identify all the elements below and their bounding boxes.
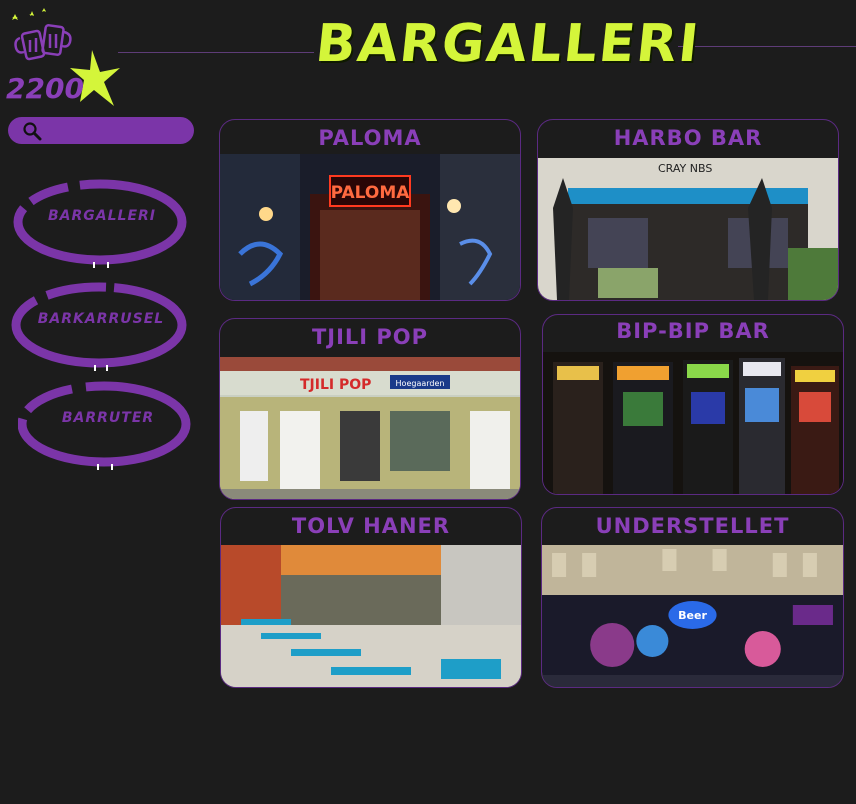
bar-card-title: TOLV HANER bbox=[291, 514, 451, 538]
site-logo[interactable]: 2200 bbox=[4, 6, 120, 110]
svg-text:TJILI POP: TJILI POP bbox=[300, 377, 371, 393]
ellipse-frame-icon bbox=[18, 381, 191, 470]
nav-bargalleri-button[interactable]: BARGALLERI bbox=[12, 178, 192, 270]
bar-card-title: BIP-BIP BAR bbox=[616, 319, 770, 343]
bar-card-tolv-haner[interactable]: TOLV HANER bbox=[220, 507, 522, 688]
title-rule-right bbox=[678, 46, 856, 47]
bar-card-understellet[interactable]: UNDERSTELLET Beer bbox=[541, 507, 844, 688]
ellipse-frame-icon bbox=[13, 179, 187, 268]
bar-card-harbo-bar[interactable]: HARBO BAR CRAY NBS bbox=[537, 119, 839, 301]
page-title: BARGALLERI bbox=[312, 14, 704, 74]
search-bar[interactable] bbox=[8, 117, 194, 144]
bar-photo-understellet: Beer bbox=[542, 545, 843, 687]
bar-card-title: UNDERSTELLET bbox=[595, 514, 790, 538]
svg-text:Beer: Beer bbox=[678, 609, 707, 622]
bar-photo-paloma: PALOMA bbox=[220, 154, 520, 300]
svg-text:CRAY NBS: CRAY NBS bbox=[658, 162, 712, 175]
svg-text:Hoegaarden: Hoegaarden bbox=[396, 379, 445, 388]
nav-barruter-button[interactable]: BARRUTER bbox=[18, 380, 198, 472]
bar-photo-tolv-haner bbox=[221, 545, 521, 687]
bar-card-title: PALOMA bbox=[318, 126, 422, 150]
nav-barkarrusel-button[interactable]: BARKARRUSEL bbox=[11, 281, 191, 373]
title-rule-left bbox=[118, 52, 314, 53]
bar-photo-bip-bip-bar bbox=[543, 352, 843, 494]
bar-card-paloma[interactable]: PALOMA PALOMA bbox=[219, 119, 521, 301]
nav-bargalleri-label: BARGALLERI bbox=[47, 208, 156, 224]
bar-card-title: TJILI POP bbox=[311, 325, 429, 349]
bar-card-bip-bip-bar[interactable]: BIP-BIP BAR bbox=[542, 314, 844, 495]
bar-card-title: HARBO BAR bbox=[613, 126, 763, 150]
ellipse-frame-icon bbox=[11, 282, 187, 371]
svg-text:PALOMA: PALOMA bbox=[331, 183, 411, 203]
beer-mugs-star-logo-icon: 2200 bbox=[6, 8, 120, 106]
bar-photo-tjili-pop: TJILI POP Hoegaarden bbox=[220, 357, 520, 499]
nav-barruter-label: BARRUTER bbox=[61, 410, 155, 426]
bar-card-tjili-pop[interactable]: TJILI POP TJILI POP Hoegaarden bbox=[219, 318, 521, 500]
bar-photo-harbo-bar: CRAY NBS bbox=[538, 158, 838, 300]
search-input[interactable] bbox=[48, 120, 190, 142]
nav-barkarrusel-label: BARKARRUSEL bbox=[37, 311, 165, 327]
search-icon bbox=[23, 122, 42, 141]
logo-text: 2200 bbox=[6, 72, 84, 105]
